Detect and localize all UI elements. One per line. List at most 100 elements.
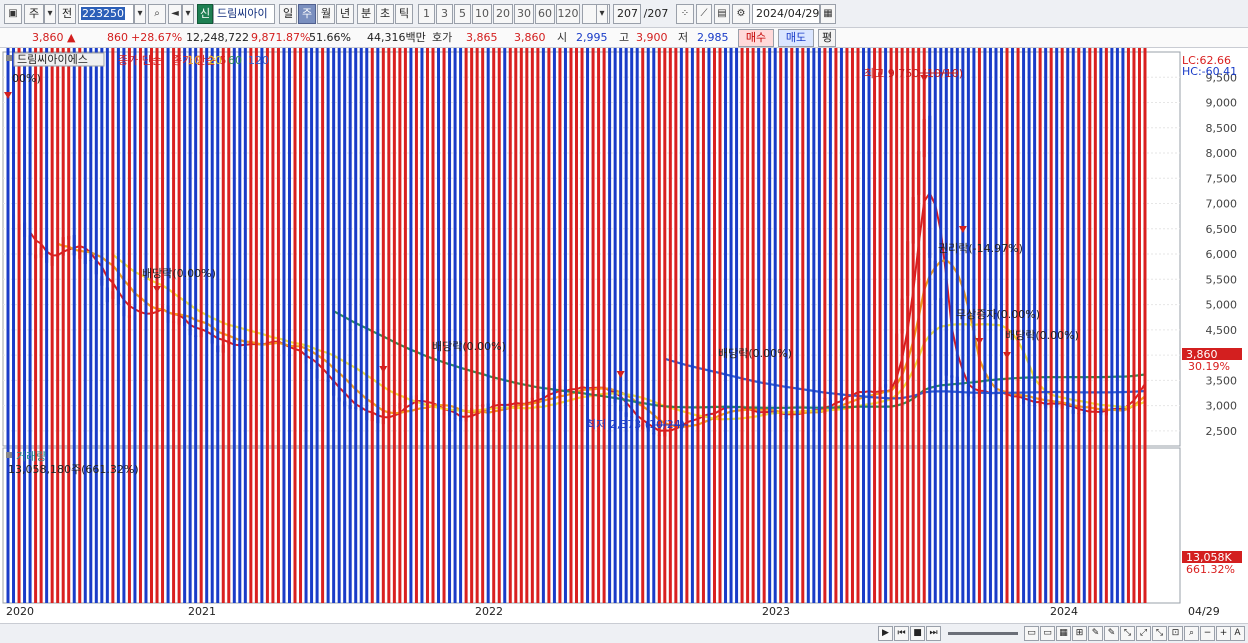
date-input[interactable]: 2024/04/29 [752, 4, 820, 24]
volume-bar [72, 48, 76, 603]
volume-bar [972, 48, 976, 603]
volume-bar [977, 48, 981, 604]
interval-5[interactable]: 5 [454, 4, 471, 24]
draw-icon[interactable]: ⟋ [696, 4, 712, 24]
volume-bar [961, 48, 965, 603]
view-icon-3[interactable]: ▦ [1056, 626, 1071, 641]
speaker-dropdown-icon[interactable]: ▾ [182, 4, 194, 24]
scroll-last-icon[interactable]: ⏭ [926, 626, 941, 641]
volume-bar [1044, 48, 1048, 603]
tool-icon-5[interactable]: ⤡ [1152, 626, 1167, 641]
x-end-label: 04/29 [1188, 605, 1220, 618]
calendar-icon[interactable]: ▦ [820, 4, 836, 24]
chevron-down-icon[interactable]: ▾ [44, 4, 56, 24]
volume-bar [172, 48, 176, 603]
tab-period-minute[interactable]: 분 [357, 4, 375, 24]
view-icon-1[interactable]: ▭ [1024, 626, 1039, 641]
scroll-next-icon[interactable]: ▶ [878, 626, 893, 641]
volume-bar [580, 48, 584, 603]
font-size-icon[interactable]: A [1230, 626, 1245, 641]
tool-icon-3[interactable]: ⤡ [1120, 626, 1135, 641]
tab-period-day[interactable]: 일 [279, 4, 297, 24]
interval-1[interactable]: 1 [418, 4, 435, 24]
view-icon-4[interactable]: ⊞ [1072, 626, 1087, 641]
volume-bar [409, 48, 413, 603]
prev-button[interactable]: 전 [58, 4, 76, 24]
scroll-first-icon[interactable]: ⏮ [894, 626, 909, 641]
zoom-in-icon[interactable]: + [1216, 626, 1231, 641]
tab-period-year[interactable]: 년 [336, 4, 354, 24]
window-menu-icon[interactable]: ▣ [4, 4, 22, 24]
speaker-icon[interactable]: ◄ [168, 4, 182, 24]
stock-code-input[interactable]: 223250 [78, 4, 134, 24]
volume-bar [392, 48, 396, 603]
volume-bar [735, 48, 739, 603]
zoom-slider-track[interactable] [948, 632, 1018, 635]
stop-icon[interactable]: ■ [910, 626, 925, 641]
interval-20[interactable]: 20 [493, 4, 513, 24]
volume-bar [944, 48, 948, 603]
tool-icon-4[interactable]: ⤢ [1136, 626, 1151, 641]
volume-bar [685, 48, 689, 603]
volume-bar [1055, 48, 1059, 603]
view-icon-2[interactable]: ▭ [1040, 626, 1055, 641]
volume-bar [437, 48, 441, 603]
chart-area[interactable]: 2,5003,0003,5004,0004,5005,0005,5006,000… [0, 48, 1248, 623]
sell-button[interactable]: 매도 [778, 29, 814, 47]
type-select[interactable]: 주 [24, 4, 44, 24]
interval-10[interactable]: 10 [472, 4, 492, 24]
tab-period-month[interactable]: 월 [317, 4, 335, 24]
save-icon[interactable]: ▤ [714, 4, 730, 24]
volume-bar [127, 48, 131, 603]
dots-icon[interactable]: ⁘ [676, 4, 694, 24]
volume-bar [586, 48, 590, 603]
tab-period-week[interactable]: 주 [298, 4, 316, 24]
count-input[interactable]: 207 [613, 4, 641, 24]
volume-bar [724, 48, 728, 603]
tool-icon-1[interactable]: ✎ [1088, 626, 1103, 641]
y-tick-label: 6,000 [1206, 248, 1238, 261]
zoom-icon[interactable]: ⌕ [1184, 626, 1199, 641]
interval-30[interactable]: 30 [514, 4, 534, 24]
volume-bar [265, 48, 269, 603]
low-label: 저 [678, 31, 689, 44]
interval-3[interactable]: 3 [436, 4, 453, 24]
interval-60[interactable]: 60 [535, 4, 555, 24]
volume-bar [624, 48, 628, 603]
eval-button[interactable]: 평 [818, 29, 836, 47]
stock-chart[interactable]: 2,5003,0003,5004,0004,5005,0005,5006,000… [0, 48, 1248, 623]
code-dropdown-icon[interactable]: ▾ [134, 4, 146, 24]
volume-bar [1060, 48, 1064, 603]
volume-bar [122, 48, 126, 603]
volume-bar [746, 48, 750, 604]
volume-bar [78, 48, 82, 603]
legend-prefix: 종가 단순 [118, 54, 162, 67]
volume-title: 거래량 [16, 450, 46, 463]
volume-bar [497, 48, 501, 603]
volume-bar [161, 48, 165, 603]
volume-bar [536, 48, 540, 603]
search-icon[interactable]: ⌕ [148, 4, 166, 24]
zoom-out-icon[interactable]: − [1200, 626, 1215, 641]
toolbar: ▣ 주 ▾ 전 223250 ▾ ⌕ ◄ ▾ 신 드림씨아이 일 주 월 년 분… [0, 0, 1248, 28]
volume-bar [983, 48, 987, 603]
gear-icon[interactable]: ⚙ [732, 4, 750, 24]
volume-bar [475, 48, 479, 603]
price-title: 드림씨아이에스 [17, 53, 88, 66]
panel-toggle-icon[interactable] [6, 55, 12, 61]
tab-period-second[interactable]: 초 [376, 4, 394, 24]
volume-toggle-icon[interactable] [6, 452, 12, 458]
volume-bar [249, 48, 253, 603]
tab-period-tick[interactable]: 틱 [395, 4, 413, 24]
interval-120[interactable]: 120 [556, 4, 580, 24]
y-tick-label: 7,000 [1206, 198, 1238, 211]
tool-icon-2[interactable]: ✎ [1104, 626, 1119, 641]
volume-bar [227, 48, 231, 603]
y-tick-label: 7,500 [1206, 172, 1238, 185]
buy-button[interactable]: 매수 [738, 29, 774, 47]
volume-bar [414, 48, 418, 603]
volume-bar [425, 48, 429, 603]
volume-bar [370, 48, 374, 603]
interval-dropdown-icon[interactable]: ▾ [596, 4, 608, 24]
tool-icon-6[interactable]: ⊡ [1168, 626, 1183, 641]
